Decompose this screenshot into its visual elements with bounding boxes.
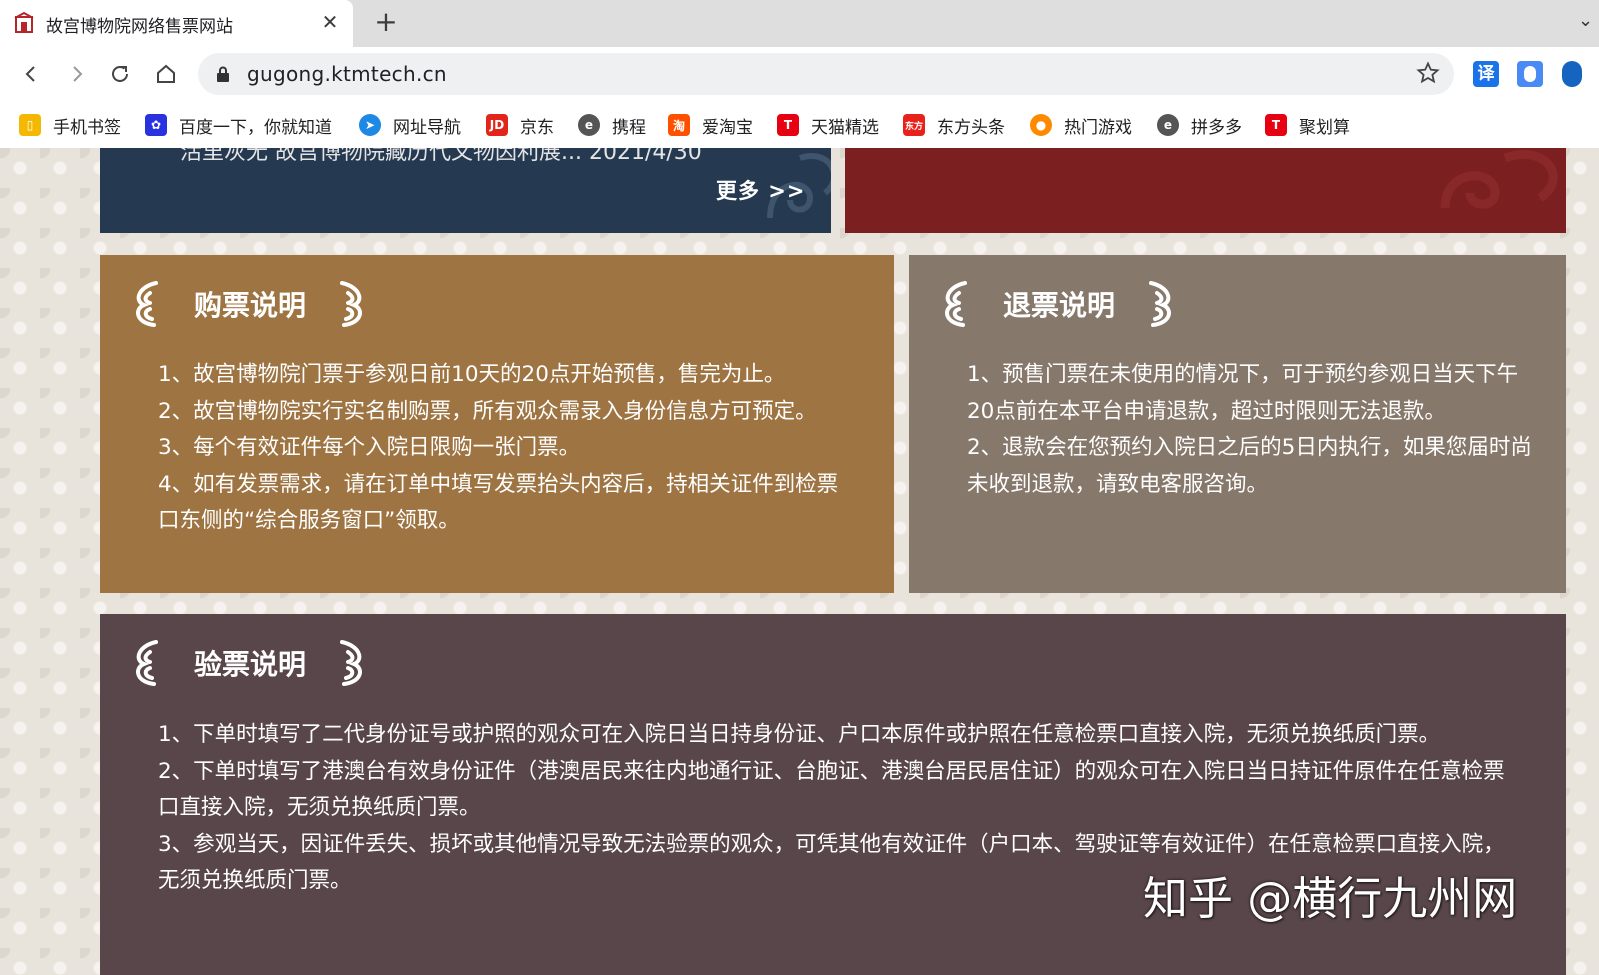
ctrip-icon: e: [578, 114, 600, 136]
url-text: gugong.ktmtech.cn: [247, 62, 447, 86]
notice-item: 1、预售门票在未使用的情况下，可于预约参观日当天下午20点前在本平台申请退款，超…: [967, 362, 1519, 424]
edge-extension-icon[interactable]: [1562, 61, 1582, 87]
pinduoduo-icon: e: [1157, 114, 1179, 136]
zhihu-watermark: 知乎 @横行九州网: [1143, 872, 1518, 925]
baidu-paw-icon: ✿: [145, 114, 167, 136]
navigation-icon: ➤: [359, 114, 381, 136]
reload-button[interactable]: [103, 57, 137, 91]
home-icon: [157, 64, 175, 83]
forward-button[interactable]: [60, 57, 94, 91]
bookmark-label: 东方头条: [937, 117, 1005, 138]
bookmark-label: 天猫精选: [811, 117, 879, 138]
card-title: 退票说明: [1003, 289, 1116, 322]
bookmark-item[interactable]: ✿ 百度一下，你就知道: [145, 111, 332, 139]
game-icon: ●: [1030, 114, 1052, 136]
browser-tab-active[interactable]: 故宫博物院网络售票网站 ✕: [0, 0, 353, 47]
bookmark-label: 百度一下，你就知道: [179, 117, 332, 138]
notice-item: 1、下单时填写了二代身份证号或护照的观众可在入院日当日持身份证、户口本原件或护照…: [158, 722, 1441, 747]
new-tab-plus-icon[interactable]: +: [372, 6, 400, 38]
news-item-partial[interactable]: 活里灰无 故宫博物院藏历代文物因利展... 2021/4/30: [180, 148, 702, 166]
notice-item: 2、故宫博物院实行实名制购票，所有观众需录入身份信息方可预定。: [158, 398, 817, 424]
bookmark-label: 爱淘宝: [702, 117, 753, 138]
bookmark-item[interactable]: 淘 爱淘宝: [668, 111, 753, 139]
forward-arrow-icon: [73, 66, 83, 82]
refund-notice-card: 退票说明 1、预售门票在未使用的情况下，可于预约参观日当天下午20点前在本平台申…: [909, 255, 1566, 593]
bookmark-item[interactable]: e 拼多多: [1157, 111, 1242, 139]
news-panel: 活里灰无 故宫博物院藏历代文物因利展... 2021/4/30 更多 >>: [100, 148, 831, 233]
card-title: 验票说明: [194, 648, 307, 681]
notice-item: 2、退款会在您预约入院日之后的5日内执行，如果您届时尚未收到退款，请致电客服咨询…: [967, 435, 1532, 497]
bookmark-star-icon[interactable]: [1416, 61, 1440, 85]
bookmark-label: 京东: [520, 117, 554, 138]
home-button[interactable]: [149, 57, 183, 91]
phone-bookmark-icon: ▯: [19, 114, 41, 136]
card-title: 购票说明: [194, 289, 307, 322]
cloud-ornament-right-icon: [340, 281, 362, 327]
lock-icon: [217, 66, 229, 82]
card-header: 购票说明: [130, 279, 368, 329]
jd-icon: JD: [486, 114, 508, 136]
cloud-pattern-icon: [1440, 149, 1558, 209]
bookmark-label: 网址导航: [393, 117, 461, 138]
notice-item: 2、下单时填写了港澳台有效身份证件（港澳居民来往内地通行证、台胞证、港澳台居民居…: [158, 758, 1505, 821]
red-banner-panel: [845, 148, 1566, 233]
address-bar[interactable]: gugong.ktmtech.cn: [198, 53, 1454, 95]
bookmarks-bar: ▯ 手机书签 ✿ 百度一下，你就知道 ➤ 网址导航 JD 京东 e 携程 淘 爱…: [0, 103, 1599, 148]
mouse-extension-icon[interactable]: [1517, 61, 1543, 87]
back-arrow-icon: [25, 66, 35, 82]
cloud-ornament-left-icon: [136, 281, 158, 327]
card-body: 1、故宫博物院门票于参观日前10天的20点开始预售，售完为止。 2、故宫博物院实…: [158, 357, 858, 540]
taobao-icon: 淘: [668, 114, 690, 136]
cloud-ornament-left-icon: [136, 640, 158, 686]
buy-notice-card: 购票说明 1、故宫博物院门票于参观日前10天的20点开始预售，售完为止。 2、故…: [100, 255, 894, 593]
notice-item: 3、每个有效证件每个入院日限购一张门票。: [158, 435, 581, 460]
bookmark-item[interactable]: ▯ 手机书签: [19, 111, 121, 139]
juhuasuan-icon: T: [1265, 114, 1287, 136]
notice-item: 4、如有发票需求，请在订单中填写发票抬头内容后，持相关证件到检票口东侧的“综合服…: [158, 471, 839, 534]
bookmark-label: 聚划算: [1299, 117, 1350, 138]
tmall-icon: T: [777, 114, 799, 136]
cloud-ornament-right-icon: [1149, 281, 1171, 327]
tab-menu-chevron-icon[interactable]: ⌄: [1578, 10, 1598, 34]
notice-item: 1、故宫博物院门票于参观日前10天的20点开始预售，售完为止。: [158, 362, 786, 387]
dftt-icon: 东方: [903, 114, 925, 136]
card-header: 退票说明: [939, 279, 1177, 329]
bookmark-label: 拼多多: [1191, 117, 1242, 138]
bookmark-item[interactable]: ➤ 网址导航: [359, 111, 461, 139]
bookmark-item[interactable]: 东方 东方头条: [903, 111, 1005, 139]
bookmark-label: 手机书签: [53, 117, 121, 138]
reload-icon: [112, 65, 128, 82]
cloud-ornament-right-icon: [340, 640, 362, 686]
bookmark-item[interactable]: e 携程: [578, 111, 646, 139]
tab-close-icon[interactable]: ✕: [318, 8, 342, 36]
bookmark-item[interactable]: T 聚划算: [1265, 111, 1350, 139]
palace-museum-favicon-icon: [14, 12, 34, 33]
card-body: 1、预售门票在未使用的情况下，可于预约参观日当天下午20点前在本平台申请退款，超…: [967, 357, 1532, 503]
translate-extension-icon[interactable]: 译: [1473, 61, 1499, 87]
browser-toolbar: gugong.ktmtech.cn 译: [0, 47, 1599, 103]
tab-strip: 故宫博物院网络售票网站 ✕ + ⌄: [0, 0, 1599, 47]
back-button[interactable]: [14, 57, 48, 91]
bookmark-item[interactable]: T 天猫精选: [777, 111, 879, 139]
mouse-glyph-icon: [1524, 66, 1536, 82]
tab-title: 故宫博物院网络售票网站: [46, 17, 233, 37]
page-content: 活里灰无 故宫博物院藏历代文物因利展... 2021/4/30 更多 >> 购票…: [0, 148, 1599, 975]
card-header: 验票说明: [130, 638, 368, 688]
bookmark-label: 热门游戏: [1064, 117, 1132, 138]
bookmark-item[interactable]: ● 热门游戏: [1030, 111, 1132, 139]
bookmark-label: 携程: [612, 117, 646, 138]
more-news-link[interactable]: 更多 >>: [716, 175, 806, 205]
bookmark-item[interactable]: JD 京东: [486, 111, 554, 139]
cloud-ornament-left-icon: [945, 281, 967, 327]
